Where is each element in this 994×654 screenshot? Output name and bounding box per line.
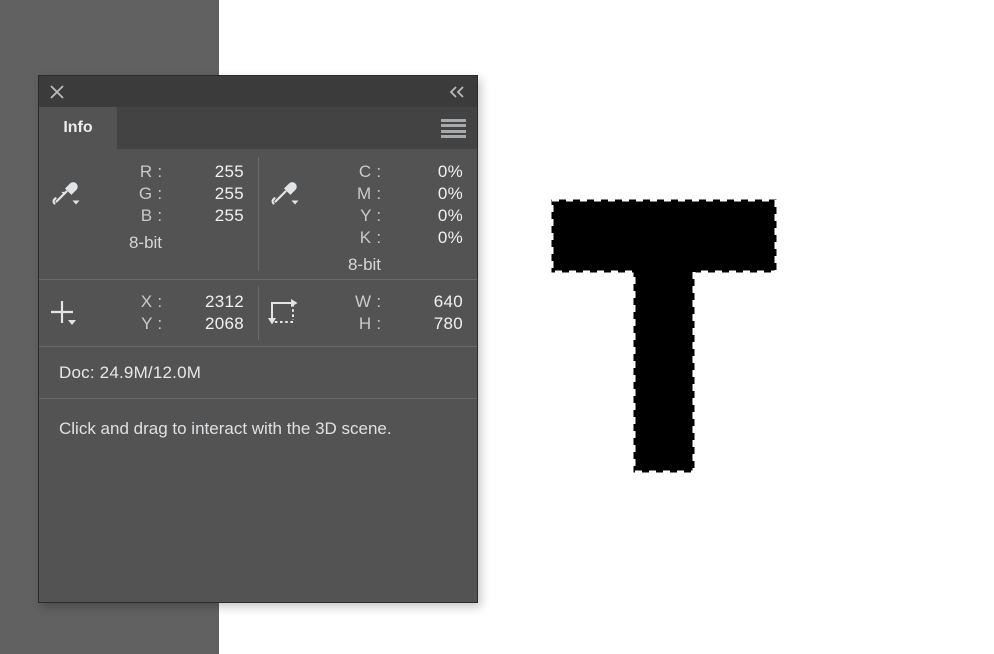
label-w: W : <box>355 292 382 311</box>
selection-size-values: W : 640 H : 780 <box>312 291 477 335</box>
selection-size-icon[interactable] <box>258 296 312 330</box>
crosshair-icon[interactable] <box>39 296 93 330</box>
label-b: B : <box>140 206 163 225</box>
hamburger-menu-icon[interactable] <box>441 119 466 138</box>
label-k: K : <box>359 228 382 247</box>
readout-row-m: M : 0% <box>312 183 463 205</box>
value-g: 255 <box>214 184 244 203</box>
eyedropper-icon[interactable] <box>39 161 93 209</box>
label-h: H : <box>358 314 382 333</box>
value-k: 0% <box>437 228 463 247</box>
coordinate-readout-grid: X : 2312 Y : 2068 W: 640 H: 780 <box>39 280 477 347</box>
readout-row-g: G : 255 <box>93 183 244 205</box>
tab-info[interactable]: Info <box>39 107 117 149</box>
close-icon[interactable] <box>48 83 66 101</box>
value-m: 0% <box>437 184 463 203</box>
tab-info-label: Info <box>63 119 93 136</box>
panel-title-bar <box>39 76 477 107</box>
label-c: C : <box>358 162 382 181</box>
readout-row-y-coord: Y : 2068 <box>93 313 244 335</box>
value-c: 0% <box>437 162 463 181</box>
readout-row-x: X : 2312 <box>93 291 244 313</box>
readout-row-c: C : 0% <box>312 161 463 183</box>
value-b: 255 <box>214 206 244 225</box>
value-r: 255 <box>214 162 244 181</box>
value-w: 640 <box>433 292 463 311</box>
color-readout-grid: R : 255 G : 255 B : 255 8-bit C: 0% M:… <box>39 149 477 280</box>
selection-size-readout[interactable]: W : 640 H : 780 <box>258 280 477 346</box>
cmyk-readout[interactable]: C : 0% M : 0% Y : 0% K : 0% 8-bit <box>258 149 477 279</box>
readout-row-h: H : 780 <box>312 313 463 335</box>
document-size-status[interactable]: Doc: 24.9M/12.0M <box>39 347 477 399</box>
pointer-coordinates-readout[interactable]: X : 2312 Y : 2068 <box>39 280 258 346</box>
label-g: G : <box>138 184 163 203</box>
readout-row-r: R : 255 <box>93 161 244 183</box>
double-chevron-left-icon[interactable] <box>447 84 467 100</box>
value-y: 0% <box>437 206 463 225</box>
letter-t-shape <box>551 199 777 473</box>
readout-row-b: B : 255 <box>93 205 244 227</box>
rgb-values: R : 255 G : 255 B : 255 8-bit <box>93 161 258 253</box>
label-y: Y : <box>360 206 382 225</box>
label-r: R : <box>139 162 163 181</box>
value-x: 2312 <box>204 292 244 311</box>
letter-t-selection[interactable] <box>548 196 780 476</box>
info-panel[interactable]: Info R : 255 G: 255 B: 255 8-bit C: 0… <box>38 75 478 603</box>
cmyk-values: C : 0% M : 0% Y : 0% K : 0% 8-bit <box>312 161 477 275</box>
label-y-coord: Y : <box>141 314 163 333</box>
readout-row-k: K : 0% <box>312 227 463 249</box>
value-y-coord: 2068 <box>204 314 244 333</box>
panel-tab-bar: Info <box>39 107 477 149</box>
pointer-values: X : 2312 Y : 2068 <box>93 291 258 335</box>
panel-hint-text: Click and drag to interact with the 3D s… <box>59 419 392 438</box>
rgb-readout[interactable]: R : 255 G : 255 B : 255 8-bit <box>39 149 258 279</box>
cmyk-bit-depth: 8-bit <box>347 255 382 274</box>
label-m: M : <box>356 184 382 203</box>
readout-row-w: W : 640 <box>312 291 463 313</box>
eyedropper-icon[interactable] <box>258 161 312 209</box>
rgb-bit-depth: 8-bit <box>128 233 163 252</box>
readout-row-y: Y : 0% <box>312 205 463 227</box>
value-h: 780 <box>433 314 463 333</box>
label-x: X : <box>140 292 163 311</box>
